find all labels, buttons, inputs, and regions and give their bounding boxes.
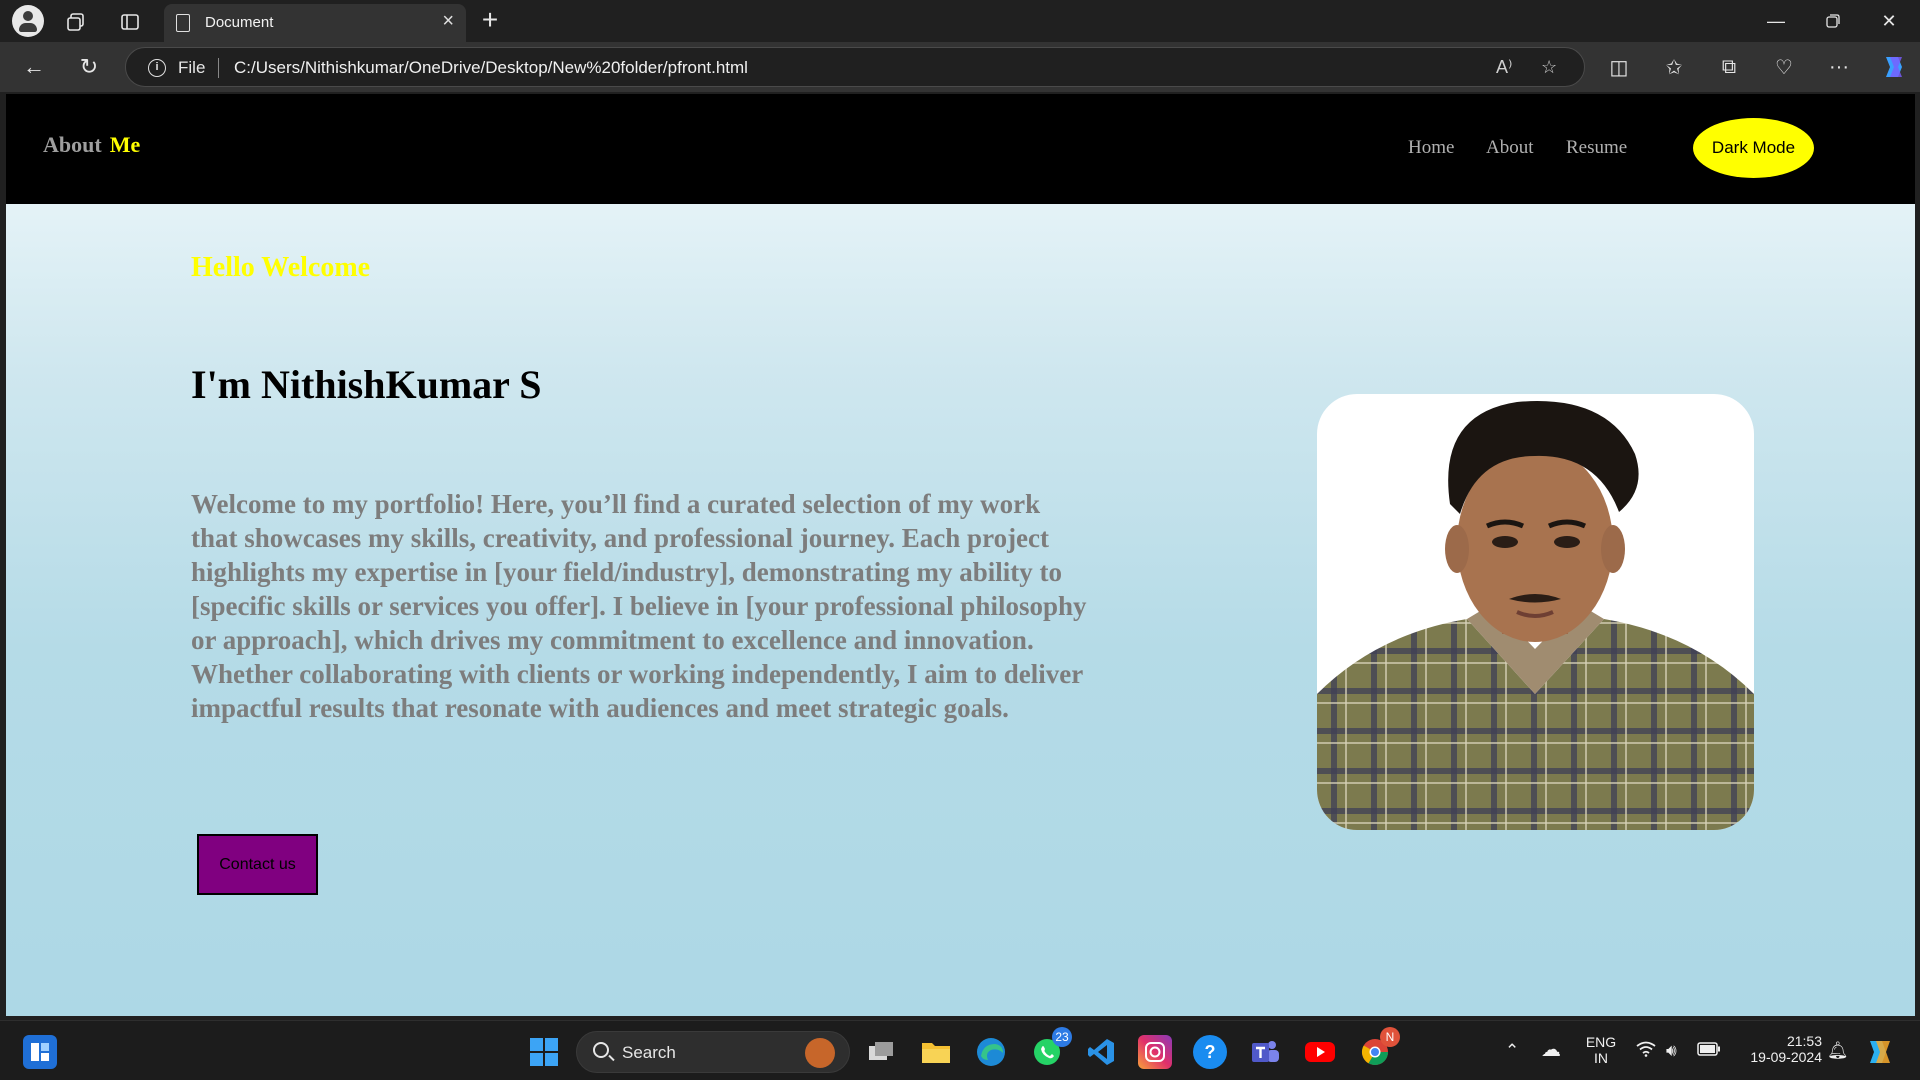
chrome-profile-badge: N xyxy=(1380,1027,1400,1047)
greeting-text: Hello Welcome xyxy=(191,252,371,283)
close-window-icon[interactable]: ✕ xyxy=(1866,6,1912,36)
edge-browser-icon[interactable] xyxy=(974,1035,1008,1069)
volume-icon[interactable]: 🔊︎ xyxy=(1666,1041,1677,1061)
browser-toolbar: ← ↻ i File C:/Users/Nithishkumar/OneDriv… xyxy=(0,42,1920,92)
address-separator xyxy=(218,58,219,78)
language-code: ENG xyxy=(1585,1034,1617,1050)
favorite-star-icon[interactable]: ☆ xyxy=(1541,57,1557,78)
minimize-icon[interactable]: — xyxy=(1753,6,1799,36)
youtube-icon[interactable] xyxy=(1303,1035,1337,1069)
browser-tab-strip: Document × + — ✕ xyxy=(0,0,1920,42)
show-hidden-icons-chevron-icon[interactable]: ⌃ xyxy=(1505,1041,1519,1061)
nav-about-link[interactable]: About xyxy=(1486,137,1534,159)
split-screen-icon[interactable]: ◫ xyxy=(1603,51,1635,83)
chrome-icon[interactable]: N xyxy=(1358,1027,1400,1069)
new-tab-button[interactable]: + xyxy=(474,4,506,36)
tab-title: Document xyxy=(205,14,274,31)
address-url[interactable]: C:/Users/Nithishkumar/OneDrive/Desktop/N… xyxy=(234,58,748,78)
get-help-icon[interactable]: ? xyxy=(1193,1035,1227,1069)
start-windows-icon[interactable] xyxy=(527,1035,561,1069)
page-viewport: About Me Home About Resume Dark Mode Hell… xyxy=(6,94,1915,1016)
language-indicator[interactable]: ENG IN xyxy=(1582,1034,1620,1066)
wifi-icon[interactable] xyxy=(1636,1041,1656,1062)
whatsapp-icon[interactable]: 23 xyxy=(1030,1027,1072,1069)
workspaces-icon[interactable] xyxy=(60,6,92,38)
copilot-taskbar-icon[interactable] xyxy=(1863,1035,1897,1069)
file-explorer-icon[interactable] xyxy=(919,1035,953,1069)
contact-us-button[interactable]: Contact us xyxy=(197,834,318,895)
battery-icon[interactable] xyxy=(1697,1041,1721,1061)
address-bar[interactable]: i File C:/Users/Nithishkumar/OneDrive/De… xyxy=(125,47,1585,87)
site-info-icon[interactable]: i xyxy=(148,59,166,77)
browser-tab[interactable]: Document × xyxy=(164,4,466,42)
more-options-icon[interactable]: ··· xyxy=(1823,51,1855,83)
page-title: I'm NithishKumar S xyxy=(191,362,542,407)
site-header: About Me Home About Resume Dark Mode xyxy=(6,94,1915,204)
collections-icon[interactable]: ⧉ xyxy=(1713,51,1745,83)
logo-accent: Me xyxy=(109,132,141,157)
region-code: IN xyxy=(1594,1050,1608,1066)
profile-avatar-icon[interactable] xyxy=(12,5,44,37)
teams-icon[interactable] xyxy=(1248,1035,1282,1069)
site-logo[interactable]: About Me xyxy=(43,132,140,158)
taskbar: Search 23 ? N ⌃ ☁ ENG IN 🔊︎ 21:53 19-09-… xyxy=(0,1020,1920,1080)
search-label: Search xyxy=(622,1043,676,1062)
widgets-icon[interactable] xyxy=(23,1035,57,1069)
search-highlight-icon xyxy=(805,1038,835,1068)
instagram-icon[interactable] xyxy=(1138,1035,1172,1069)
read-aloud-icon[interactable]: A⁾ xyxy=(1496,57,1512,78)
address-scheme: File xyxy=(178,58,206,77)
clock-date: 19-09-2024 xyxy=(1750,1049,1822,1065)
refresh-icon[interactable]: ↻ xyxy=(73,51,105,83)
clock-time: 21:53 xyxy=(1786,1033,1822,1049)
logo-primary: About xyxy=(43,132,102,157)
dark-mode-button[interactable]: Dark Mode xyxy=(1693,118,1814,178)
browser-essentials-icon[interactable]: ♡ xyxy=(1768,51,1800,83)
page-icon xyxy=(176,14,190,32)
vertical-tabs-icon[interactable] xyxy=(114,6,146,38)
onedrive-cloud-icon[interactable]: ☁ xyxy=(1541,1037,1561,1062)
vscode-icon[interactable] xyxy=(1084,1035,1118,1069)
search-icon xyxy=(593,1042,609,1058)
copilot-icon[interactable] xyxy=(1878,51,1910,83)
task-view-icon[interactable] xyxy=(864,1035,898,1069)
nav-resume-link[interactable]: Resume xyxy=(1566,137,1627,159)
notification-bell-icon[interactable]: 🔔︎ xyxy=(1827,1041,1849,1061)
intro-paragraph: Welcome to my portfolio! Here, you’ll fi… xyxy=(191,489,1087,723)
clock[interactable]: 21:53 19-09-2024 xyxy=(1730,1033,1822,1065)
restore-icon[interactable] xyxy=(1810,6,1856,36)
back-arrow-icon[interactable]: ← xyxy=(18,51,50,83)
taskbar-search-box[interactable]: Search xyxy=(576,1031,850,1073)
profile-photo xyxy=(1317,394,1754,830)
nav-home-link[interactable]: Home xyxy=(1408,137,1454,159)
whatsapp-badge: 23 xyxy=(1052,1027,1072,1047)
favorites-icon[interactable]: ✩ xyxy=(1658,51,1690,83)
close-tab-icon[interactable]: × xyxy=(442,10,454,33)
